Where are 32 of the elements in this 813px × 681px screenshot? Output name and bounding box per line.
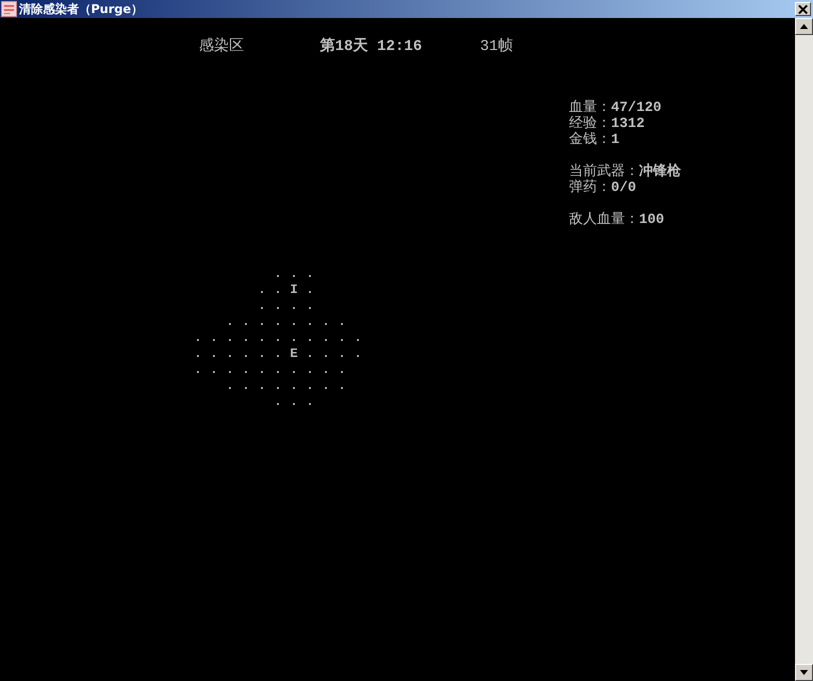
map-row-text: ... (273, 266, 324, 282)
stat-label: 敌人血量： (569, 212, 639, 228)
stat-value: 1 (611, 132, 620, 148)
map-row-text: ........ (225, 314, 356, 330)
stat-value: 47/120 (611, 100, 662, 116)
stat-value: 100 (639, 212, 664, 228)
stat-label: 当前武器： (569, 164, 639, 180)
stat-label: 弹药： (569, 180, 611, 196)
stat-value: 1312 (611, 116, 645, 132)
scroll-down-button[interactable] (795, 664, 813, 681)
map-row-text: ......E.... (194, 346, 372, 362)
day-time-label: 第18天 12:16 (320, 36, 424, 57)
app-icon (1, 1, 17, 17)
map-row-text: ........... (194, 330, 372, 346)
close-button[interactable] (795, 2, 811, 16)
scrollbar[interactable] (795, 18, 813, 681)
down-arrow-icon (800, 670, 808, 675)
stat-label: 血量： (569, 100, 611, 116)
window-title: 清除感染者（Purge） (19, 0, 143, 18)
stat-value: 冲锋枪 (639, 164, 681, 180)
scroll-up-button[interactable] (795, 18, 813, 35)
map-row-text: ..I. (257, 282, 324, 298)
fps-label: 31帧 (480, 36, 514, 57)
stat-value: 0/0 (611, 180, 636, 196)
zone-label: 感染区 (199, 36, 245, 57)
map-row-text: .... (257, 298, 324, 314)
stat-label: 金钱： (569, 132, 611, 148)
stat-label: 经验： (569, 116, 611, 132)
map-row-text: ... (273, 394, 324, 410)
up-arrow-icon (800, 24, 808, 29)
map-row-text: ........ (225, 378, 356, 394)
map-row-text: .......... (194, 362, 356, 378)
